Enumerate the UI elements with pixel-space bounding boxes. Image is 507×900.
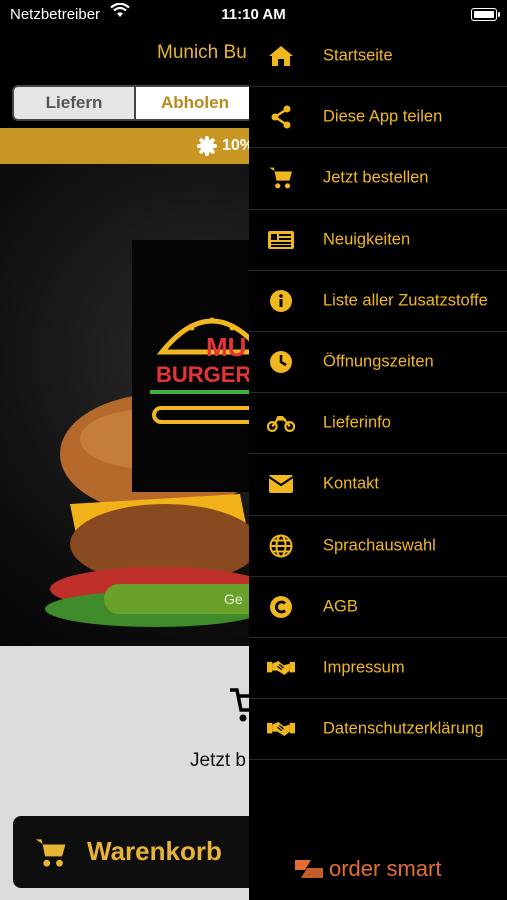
menu-item-news[interactable]: Neuigkeiten [249,210,507,271]
menu-item-label: Startseite [323,46,393,65]
menu-item-delivery-info[interactable]: Lieferinfo [249,393,507,455]
cart-button[interactable]: Warenkorb [13,816,273,888]
handshake-icon [267,655,295,681]
motorcycle-icon [267,410,295,436]
menu-item-label: Lieferinfo [323,413,391,432]
brand-name: order smart [329,856,442,881]
info-icon [267,288,295,314]
menu-item-startseite[interactable]: Startseite [249,26,507,88]
copyright-icon [267,594,295,620]
menu-item-order-now[interactable]: Jetzt bestellen [249,148,507,210]
menu-item-label: AGB [323,597,358,616]
segment-abholen[interactable]: Abholen [134,87,254,119]
menu-item-opening-hours[interactable]: Öffnungszeiten [249,332,507,394]
menu-item-privacy[interactable]: Datenschutzerklärung [249,699,507,761]
badge-icon [197,136,217,161]
menu-item-language[interactable]: Sprachauswahl [249,516,507,577]
order-mode-switch[interactable]: Liefern Abholen [12,85,262,121]
handshake-icon [267,716,295,742]
side-menu: Startseite Diese App teilen Jetzt bestel… [249,0,507,900]
menu-item-terms[interactable]: AGB [249,577,507,638]
menu-item-label: Sprachauswahl [323,536,436,555]
menu-item-contact[interactable]: Kontakt [249,454,507,516]
menu-list: Startseite Diese App teilen Jetzt bestel… [249,26,507,761]
cart-icon [33,836,69,875]
order-prompt-text: Jetzt b [190,750,246,771]
status-bar: Netzbetreiber 11:10 AM [0,0,507,30]
page-title: Munich Bu [157,42,247,63]
battery-icon [471,8,500,21]
menu-item-additives[interactable]: Liste aller Zusatzstoffe [249,271,507,332]
cart-icon [267,165,295,191]
home-icon [267,43,295,69]
menu-item-label: Datenschutzerklärung [323,719,484,738]
share-icon [267,104,295,130]
logo-text-top: MU [206,332,247,362]
cart-button-label: Warenkorb [87,836,222,866]
menu-item-imprint[interactable]: Impressum [249,638,507,700]
menu-item-label: Diese App teilen [323,107,443,126]
clock-icon [267,349,295,375]
globe-icon [267,533,295,559]
newspaper-icon [267,227,295,253]
menu-item-share-app[interactable]: Diese App teilen [249,87,507,149]
order-smart-logo-icon [293,858,325,885]
clock-time: 11:10 AM [221,6,286,23]
envelope-icon [267,471,295,497]
menu-item-label: Liste aller Zusatzstoffe [323,291,488,310]
menu-item-label: Impressum [323,658,405,677]
segment-liefern[interactable]: Liefern [14,87,134,119]
menu-item-label: Öffnungszeiten [323,352,434,371]
menu-item-label: Neuigkeiten [323,230,411,249]
menu-item-label: Kontakt [323,474,379,493]
logo-text-bottom: BURGER [156,362,252,387]
menu-item-label: Jetzt bestellen [323,168,429,187]
